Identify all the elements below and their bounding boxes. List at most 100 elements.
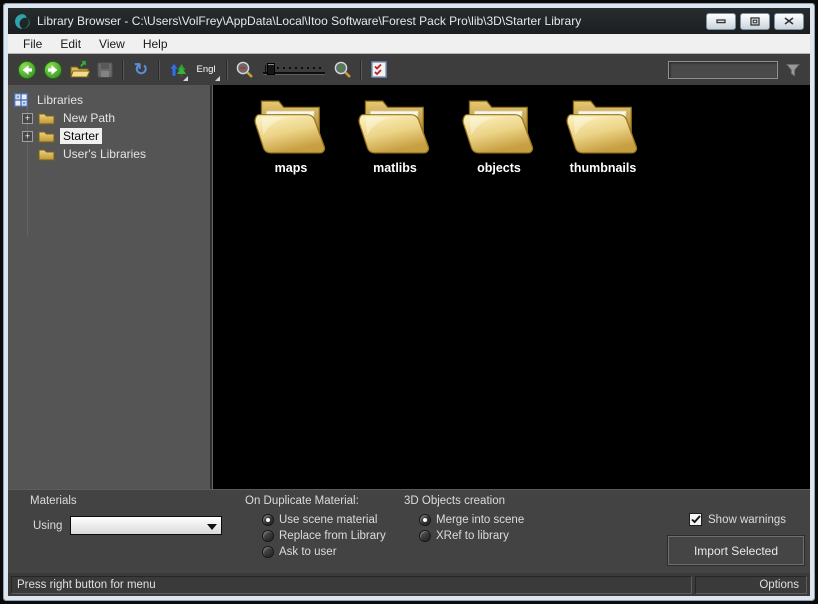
language-button[interactable]: Engl [191, 58, 221, 82]
import-options-panel: Materials Using On Duplicate Material: U… [8, 489, 810, 573]
sidebar-item-users-libraries[interactable]: User's Libraries [8, 145, 210, 163]
sort-button[interactable] [165, 58, 189, 82]
slider-handle[interactable] [268, 63, 274, 74]
zoom-out-button[interactable] [233, 58, 257, 82]
funnel-icon [785, 63, 801, 77]
big-folder-icon [566, 100, 638, 154]
filter-button[interactable] [782, 59, 804, 81]
search-input[interactable] [668, 60, 778, 79]
title-bar: Library Browser - C:\Users\VolFrey\AppDa… [8, 8, 810, 34]
options-button[interactable]: Options [695, 575, 807, 594]
dropdown-corner [215, 75, 220, 81]
folder-item-maps[interactable]: maps [239, 95, 343, 175]
menu-help[interactable]: Help [134, 34, 177, 53]
checkbox-label: Show warnings [708, 513, 786, 526]
minimize-icon [716, 19, 726, 24]
menu-file[interactable]: File [14, 34, 51, 53]
radio-label: XRef to library [436, 530, 509, 542]
dropdown-corner [183, 75, 188, 81]
toolbar: ↻ Engl [8, 54, 810, 85]
check-items-button[interactable] [367, 58, 391, 82]
close-button[interactable] [774, 12, 804, 30]
import-selected-button[interactable]: Import Selected [668, 536, 804, 565]
folder-icon [38, 149, 55, 161]
big-folder-icon [462, 100, 534, 154]
forward-icon [43, 60, 63, 79]
radio-icon [420, 515, 430, 525]
radio-replace-from-library[interactable]: Replace from Library [263, 529, 386, 543]
big-folder-icon [358, 100, 430, 154]
chevron-down-icon [207, 524, 217, 530]
minimize-button[interactable] [706, 12, 736, 30]
radio-label: Ask to user [279, 546, 337, 558]
back-icon [17, 60, 37, 79]
sidebar-item-new-path[interactable]: + New Path [8, 109, 210, 127]
back-button[interactable] [15, 58, 39, 82]
zoom-in-button[interactable] [331, 58, 355, 82]
duplicate-material-header: On Duplicate Material: [245, 495, 359, 507]
sidebar-item-libraries[interactable]: Libraries [8, 91, 210, 109]
language-label: Engl [196, 64, 216, 75]
folder-item-matlibs[interactable]: matlibs [343, 95, 447, 175]
menu-edit[interactable]: Edit [51, 34, 90, 53]
toolbar-separator [158, 59, 160, 80]
radio-icon [263, 547, 273, 557]
radio-merge-into-scene[interactable]: Merge into scene [420, 513, 524, 527]
menu-bar: File Edit View Help [8, 34, 810, 54]
maximize-icon [750, 16, 760, 26]
status-bar: Press right button for menu Options [8, 573, 810, 596]
show-warnings-checkbox[interactable]: Show warnings [689, 513, 786, 526]
radio-icon [420, 531, 430, 541]
zoom-in-icon [334, 61, 351, 78]
radio-label: Use scene material [279, 514, 378, 526]
radio-label: Merge into scene [436, 514, 525, 526]
materials-header: Materials [30, 495, 77, 507]
menu-view[interactable]: View [90, 34, 134, 53]
refresh-button[interactable]: ↻ [129, 58, 153, 82]
status-message: Press right button for menu [11, 575, 692, 594]
slider-start-tick [265, 64, 266, 73]
libraries-icon [14, 93, 28, 107]
using-label: Using [33, 520, 63, 532]
folder-item-thumbnails[interactable]: thumbnails [551, 95, 655, 175]
app-logo-icon [15, 13, 30, 29]
save-icon [97, 62, 113, 77]
radio-icon [263, 515, 273, 525]
checkbox-icon [689, 513, 702, 526]
checklist-icon [371, 61, 387, 78]
slider-ticks [277, 66, 324, 69]
sidebar-item-label: New Path [63, 111, 116, 125]
radio-icon [263, 531, 273, 541]
maximize-button[interactable] [740, 12, 770, 30]
forward-button[interactable] [41, 58, 65, 82]
open-library-button[interactable] [67, 58, 91, 82]
objects-creation-header: 3D Objects creation [404, 495, 505, 507]
using-dropdown[interactable] [70, 516, 222, 535]
radio-use-scene-material[interactable]: Use scene material [263, 513, 377, 527]
thumbnail-size-slider[interactable] [261, 62, 327, 78]
folder-item-objects[interactable]: objects [447, 95, 551, 175]
radio-xref-to-library[interactable]: XRef to library [420, 529, 509, 543]
radio-label: Replace from Library [279, 530, 386, 542]
radio-ask-to-user[interactable]: Ask to user [263, 545, 337, 559]
window-title: Library Browser - C:\Users\VolFrey\AppDa… [37, 14, 582, 28]
folder-label: objects [477, 161, 521, 175]
save-button[interactable] [93, 58, 117, 82]
toolbar-separator [226, 59, 228, 80]
folder-icon [38, 131, 55, 143]
tree-connector-line [27, 107, 28, 235]
folder-label: maps [274, 161, 308, 175]
toolbar-separator [122, 59, 124, 80]
sidebar-item-label: Libraries [37, 93, 84, 107]
folder-label: thumbnails [569, 161, 637, 175]
folder-icon [38, 113, 55, 125]
close-icon [784, 17, 794, 25]
folder-label: matlibs [373, 161, 417, 175]
sidebar-item-label: User's Libraries [63, 147, 146, 161]
toolbar-separator [360, 59, 362, 80]
big-folder-icon [254, 100, 326, 154]
sidebar-item-starter[interactable]: + Starter [8, 127, 210, 145]
open-folder-icon [69, 60, 90, 78]
library-browser-window: Library Browser - C:\Users\VolFrey\AppDa… [3, 3, 815, 601]
library-tree: Libraries + New Path + Starter User's Li… [8, 85, 210, 489]
